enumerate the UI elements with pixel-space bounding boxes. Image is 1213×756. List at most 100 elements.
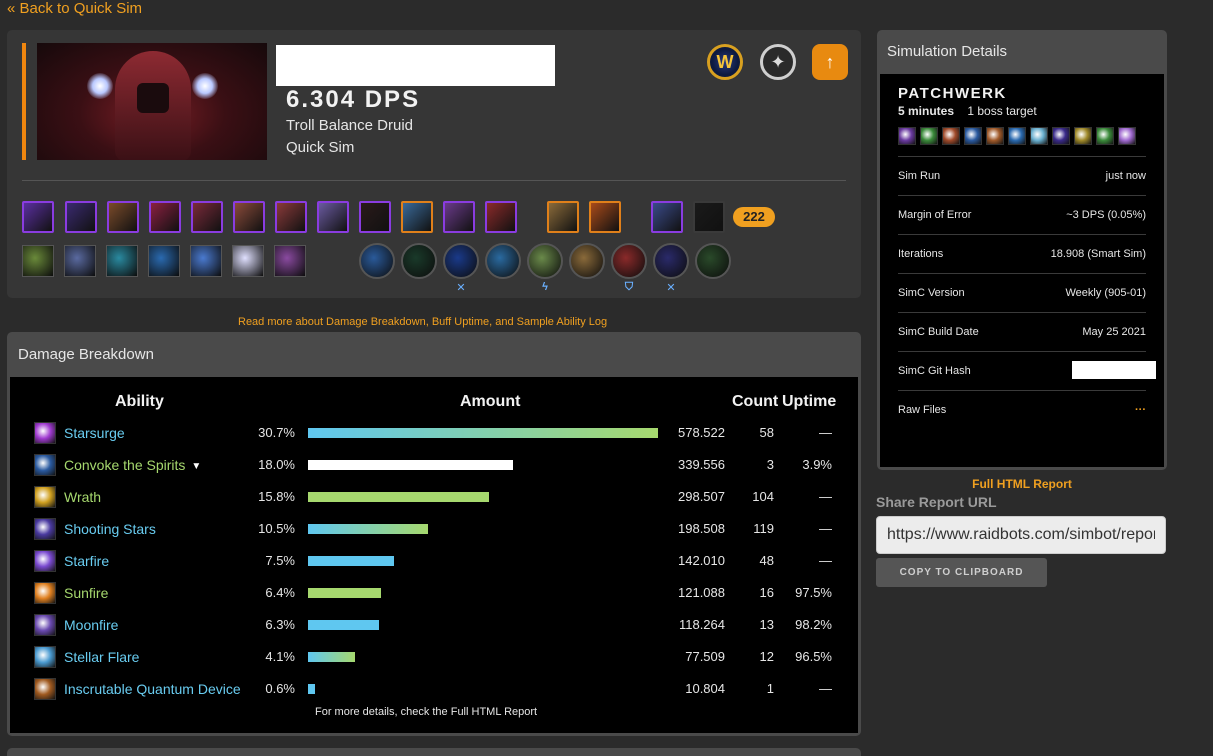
gear-slot-icon[interactable] [401,201,433,233]
talent-icon[interactable] [148,245,180,277]
damage-row: Inscrutable Quantum Device 0.6% 10.804 1 — [10,673,858,705]
uptime-value: — [819,553,832,568]
ability-name[interactable]: Moonfire [64,617,118,633]
damage-amount: 198.508 [678,521,725,536]
read-more-link[interactable]: Read more about Damage Breakdown, Buff U… [238,316,607,328]
ability-icon [34,614,56,636]
talent-icon[interactable] [22,245,54,277]
talent-icon[interactable] [274,245,306,277]
back-to-quick-sim-link[interactable]: « Back to Quick Sim [7,0,142,17]
gear-slot-icon[interactable] [107,201,139,233]
soulbind-conduit-icon[interactable] [695,243,731,279]
buff-icon[interactable] [1052,127,1070,145]
soulbind-conduit-icon[interactable] [611,243,647,279]
copy-to-clipboard-button[interactable]: COPY TO CLIPBOARD [876,558,1047,587]
talent-icon[interactable] [106,245,138,277]
gear-slot-icon[interactable] [191,201,223,233]
damage-percent: 0.6% [265,681,295,696]
soulbind-conduit-icon[interactable] [401,243,437,279]
damage-row: Shooting Stars 10.5% 198.508 119 — [10,513,858,545]
damage-amount: 339.556 [678,457,725,472]
damage-amount: 121.088 [678,585,725,600]
gear-slot-icon[interactable] [275,201,307,233]
ability-name-text: Moonfire [64,617,119,633]
buff-icon[interactable] [898,127,916,145]
col-header-amount[interactable]: Amount [460,393,520,411]
soulbind-conduit-icon[interactable] [485,243,521,279]
buff-icon[interactable] [1096,127,1114,145]
buff-icon[interactable] [942,127,960,145]
ability-name[interactable]: Convoke the Spirits ▼ [64,457,201,473]
talent-icon[interactable] [190,245,222,277]
buff-icon[interactable] [1030,127,1048,145]
gear-slot-icon[interactable] [485,201,517,233]
soulbind-conduit-icon[interactable] [569,243,605,279]
damage-row: Wrath 15.8% 298.507 104 — [10,481,858,513]
raidbots-icon[interactable]: ↑ [812,44,848,80]
sim-detail-value[interactable]: ··· [1135,404,1146,416]
ability-name[interactable]: Wrath [64,489,101,505]
warcraft-logo-icon[interactable]: W [707,44,743,80]
ability-name-text: Convoke the Spirits [64,457,186,473]
conduit-type-icon: ϟ [542,281,548,293]
buff-icon[interactable] [1008,127,1026,145]
ability-name[interactable]: Stellar Flare [64,649,139,665]
gear-slot-icon[interactable] [149,201,181,233]
sim-detail-key: Sim Run [898,170,941,182]
gear-slot-icon[interactable] [589,201,621,233]
ability-name[interactable]: Starsurge [64,425,125,441]
damage-bar [308,460,513,470]
uptime-value: 3.9% [802,457,832,472]
gear-slot-icon[interactable] [317,201,349,233]
soulbind-conduit-icon[interactable] [443,243,479,279]
damage-percent: 10.5% [258,521,295,536]
soulbind-conduit-icon[interactable] [653,243,689,279]
damage-amount: 10.804 [685,681,725,696]
gear-slot-icon[interactable] [233,201,265,233]
fight-summary: 5 minutes 1 boss target [898,104,1037,118]
buff-icon[interactable] [986,127,1004,145]
gear-slot-icon[interactable] [693,201,725,233]
sim-detail-key: Margin of Error [898,209,972,221]
soulbind-conduit-icon[interactable] [359,243,395,279]
ability-name[interactable]: Inscrutable Quantum Device [64,681,241,697]
gear-slot-icon[interactable] [359,201,391,233]
sim-detail-row: SimC Git Hash [898,351,1156,390]
ability-icon [34,422,56,444]
buff-icon[interactable] [1118,127,1136,145]
buff-icon[interactable] [920,127,938,145]
sim-detail-key: Raw Files [898,404,947,416]
simulation-details-body: PATCHWERK 5 minutes 1 boss target Sim Ru… [880,74,1164,491]
sim-detail-row: Raw Files ··· [898,390,1146,429]
cast-count: 1 [766,681,774,696]
gear-slot-icon[interactable] [65,201,97,233]
talent-icon[interactable] [64,245,96,277]
damage-amount: 578.522 [678,425,725,440]
col-header-uptime[interactable]: Uptime [782,393,836,411]
gear-slot-icon[interactable] [651,201,683,233]
col-header-count[interactable]: Count [732,393,778,411]
gear-slot-icon[interactable] [547,201,579,233]
warcraftlogs-icon[interactable]: ✦ [760,44,796,80]
ability-name-text: Sunfire [64,585,109,601]
ability-name[interactable]: Sunfire [64,585,108,601]
col-header-ability[interactable]: Ability [115,393,164,411]
talent-icon[interactable] [232,245,264,277]
share-url-input[interactable] [876,516,1166,554]
ability-name-text: Starsurge [64,425,125,441]
damage-percent: 4.1% [265,649,295,664]
card-divider [22,180,846,181]
soulbind-conduit-icon[interactable] [527,243,563,279]
gear-slot-icon[interactable] [443,201,475,233]
uptime-value: 98.2% [795,617,832,632]
damage-row: Moonfire 6.3% 118.264 13 98.2% [10,609,858,641]
expand-caret-icon[interactable]: ▼ [191,461,201,472]
uptime-value: — [819,425,832,440]
gear-slot-icon[interactable] [22,201,54,233]
buff-icon[interactable] [964,127,982,145]
buff-icon[interactable] [1074,127,1092,145]
cast-count: 58 [759,425,774,440]
ability-name[interactable]: Shooting Stars [64,521,156,537]
ability-name[interactable]: Starfire [64,553,109,569]
full-html-report-link[interactable]: Full HTML Report [880,477,1164,491]
